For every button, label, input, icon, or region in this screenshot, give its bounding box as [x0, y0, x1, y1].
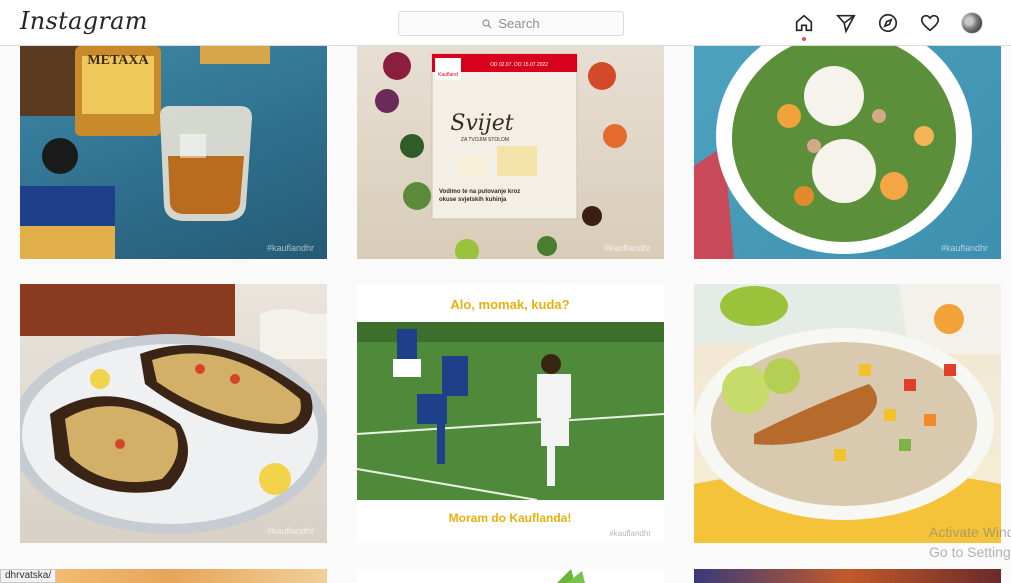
post-tile-3[interactable]: #kauflandhr [694, 46, 1001, 259]
instagram-logo[interactable]: Instagram [20, 7, 148, 35]
meme-bottom-text: Moram do Kauflanda! [449, 511, 572, 525]
post-tile-7[interactable] [20, 569, 327, 583]
activity-icon[interactable] [918, 11, 942, 35]
post-tile-2[interactable]: Kaufland OD 02.07. DO 15.07.2022 Svijet … [357, 46, 664, 259]
post-image-stuffed-eggplant: #kauflandhr [20, 284, 327, 536]
post-image-football-meme: Alo, momak, kuda? Moram do Kauflanda! #k… [357, 284, 664, 543]
explore-icon[interactable] [876, 11, 900, 35]
post-image-salad: #kauflandhr [694, 46, 988, 259]
activate-line2: Go to Settings [929, 544, 1011, 560]
flyer-header: OD 02.07. DO 15.07.2022 [490, 62, 548, 68]
top-navigation-bar: Instagram Search [0, 0, 1011, 46]
post-image-metaxa: METAXA #kauflandhr [20, 46, 314, 259]
watermark: #kauflandhr [941, 243, 988, 253]
post-image-partial [557, 569, 585, 583]
post-tile-6[interactable] [694, 284, 1001, 543]
post-image-fish-bowl [694, 284, 1001, 543]
post-tile-1[interactable]: METAXA #kauflandhr [20, 46, 327, 259]
post-tile-4[interactable]: #kauflandhr [20, 284, 327, 543]
search-placeholder: Search [498, 16, 540, 31]
direct-icon[interactable] [834, 11, 858, 35]
watermark: #kauflandhr [604, 243, 651, 253]
post-tile-5[interactable]: Alo, momak, kuda? Moram do Kauflanda! #k… [357, 284, 664, 543]
watermark: #kauflandhr [267, 526, 314, 536]
post-tile-9[interactable] [694, 569, 1001, 583]
nav-icons [792, 11, 984, 41]
profile-avatar[interactable] [960, 11, 984, 35]
activate-windows-watermark: Activate Windows Go to Settings [929, 522, 1011, 562]
search-icon [482, 18, 492, 28]
flyer-title: Svijet [450, 111, 513, 136]
flyer-caption: Vodimo te na putovanje kroz okuse svjets… [439, 189, 521, 203]
active-indicator [802, 37, 806, 41]
meme-top-text: Alo, momak, kuda? [450, 297, 569, 312]
post-tile-8[interactable] [357, 569, 664, 583]
post-image-svijet-flyer: Kaufland OD 02.07. DO 15.07.2022 Svijet … [375, 52, 651, 259]
flyer-subtitle: ZA TVOJIM STOLOM [461, 137, 509, 143]
brand-label: METAXA [87, 53, 149, 68]
avatar [961, 12, 983, 34]
kaufland-logo: Kaufland [438, 72, 458, 78]
activate-line1: Activate Windows [929, 524, 1011, 540]
watermark: #kauflandhr [609, 529, 651, 538]
search-input[interactable]: Search [398, 11, 624, 36]
status-bar-url: dhrvatska/ [0, 569, 57, 583]
home-icon[interactable] [792, 11, 816, 41]
watermark: #kauflandhr [267, 243, 314, 253]
